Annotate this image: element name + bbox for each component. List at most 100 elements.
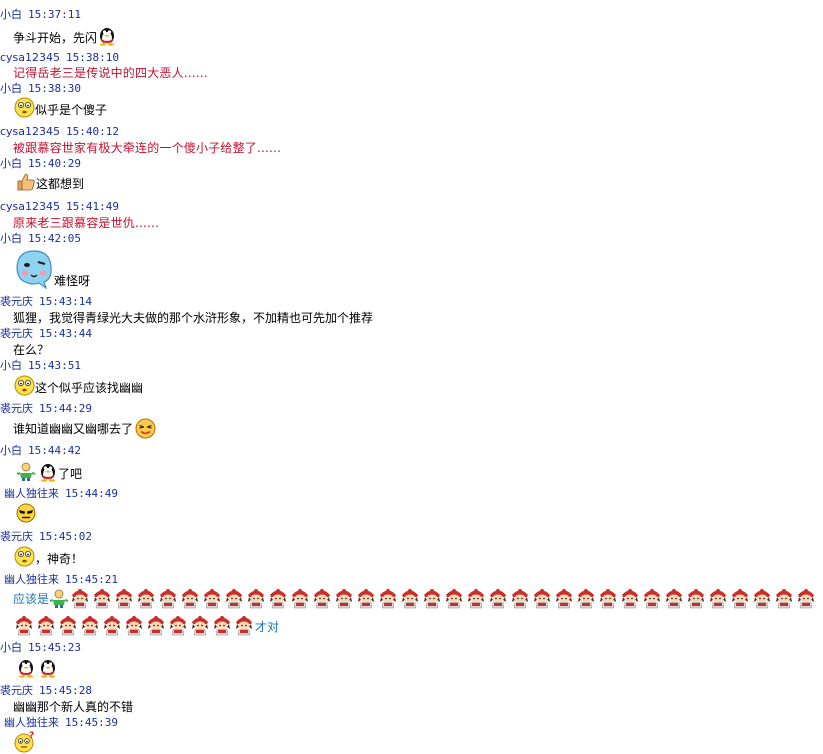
message-header: 小白 15:45:23 [0,641,81,655]
sender-name[interactable]: 裘元庆 [0,327,33,340]
message-text-after: 才对 [255,620,280,634]
message-header: 幽人独往来 15:44:49 [4,487,118,501]
doll-icon [289,587,311,609]
message-header: cysa12345 15:41:49 [0,200,119,214]
message-body: 被跟慕容世家有极大牵连的一个傻小子给整了...... [13,140,281,156]
blue-blob-face-icon [14,249,54,289]
doll-icon [509,587,531,609]
timestamp: 15:37:11 [28,8,81,21]
thumbs-up-icon [16,172,36,192]
message-body: 这都想到 [16,172,84,192]
timestamp: 15:43:44 [39,327,92,340]
message-text-before: 应该是 [13,592,50,606]
sender-name[interactable]: 小白 [0,8,22,21]
message-text: 原来老三跟慕容是世仇...... [13,216,160,230]
timestamp: 15:38:30 [28,82,81,95]
message-header: 裘元庆 15:45:28 [0,684,92,698]
doll-icon [795,587,817,609]
message-body: 在么？ [13,342,49,358]
message-header: 裘元庆 15:43:44 [0,327,92,341]
doll-icon [267,587,289,609]
message-header: 小白 15:44:42 [0,444,81,458]
message-body: 应该是 [13,587,817,609]
doll-icon [421,587,443,609]
chat-log: 小白 15:37:11 争斗开始，先闪 cysa12345 15:38:10 记得岳… [0,0,823,754]
sender-name[interactable]: 裘元庆 [0,295,33,308]
sender-name[interactable]: 小白 [0,444,22,457]
doll-icon [123,614,145,636]
sender-name[interactable]: 小白 [0,82,22,95]
sender-name[interactable]: 小白 [0,359,22,372]
doll-icon [707,587,729,609]
doll-icon [333,587,355,609]
message-text: 幽幽那个新人真的不错 [13,700,134,714]
doll-icon [443,587,465,609]
sender-name[interactable]: 幽人独往来 [4,573,59,586]
message-text: 记得岳老三是传说中的四大恶人...... [13,66,208,80]
sender-name[interactable]: 小白 [0,232,22,245]
message-body: 了吧 [16,460,82,482]
doll-icon [145,614,167,636]
timestamp: 15:41:49 [66,200,120,213]
timestamp: 15:44:49 [65,487,118,500]
wink-face-icon [135,418,156,439]
message-text: 被跟慕容世家有极大牵连的一个傻小子给整了...... [13,141,282,155]
doll-icon [135,587,157,609]
message-body [16,503,36,523]
message-header: 小白 15:43:51 [0,359,81,373]
doll-icon [773,587,795,609]
message-text: 这个似乎应该找幽幽 [35,381,144,395]
timestamp: 15:44:42 [28,444,81,457]
doll-icon [91,587,113,609]
cool-face-icon [16,503,36,523]
dazed-face-icon [14,546,35,567]
message-header: 裘元庆 15:45:02 [0,530,92,544]
doll-icon [35,614,57,636]
timestamp: 15:43:51 [28,359,81,372]
dazed-face-icon [14,97,35,118]
doll-icon [531,587,553,609]
dazed-face-icon [14,375,35,396]
sender-name[interactable]: 小白 [0,641,22,654]
message-header: 幽人独往来 15:45:39 [4,716,118,730]
sender-name[interactable]: cysa12345 [0,200,60,213]
timestamp: 15:45:28 [39,684,92,697]
sender-name[interactable]: cysa12345 [0,51,60,64]
message-body: 难怪呀 [14,249,90,289]
sender-name[interactable]: 幽人独往来 [4,487,59,500]
doll-icon [167,614,189,636]
doll-icon [487,587,509,609]
sender-name[interactable]: cysa12345 [0,125,60,138]
doll-icon [189,614,211,636]
doll-icon [233,614,255,636]
doll-icon [597,587,619,609]
doll-icon [355,587,377,609]
message-body: 狐狸，我觉得青绿光大夫做的那个水浒形象，不加精也可先加个推荐 [13,310,373,326]
sender-name[interactable]: 裘元庆 [0,402,33,415]
message-header: 小白 15:37:11 [0,8,81,22]
doll-icon [663,587,685,609]
sender-name[interactable]: 裘元庆 [0,684,33,697]
sender-name[interactable]: 小白 [0,157,22,170]
message-body: 似乎是个傻子 [14,97,107,118]
message-header: 裘元庆 15:43:14 [0,295,92,309]
doll-icon [157,587,179,609]
message-header: 小白 15:38:30 [0,82,81,96]
doll-icon [465,587,487,609]
message-text: 狐狸，我觉得青绿光大夫做的那个水浒形象，不加精也可先加个推荐 [13,311,374,325]
sender-name[interactable]: 幽人独往来 [4,716,59,729]
doll-icon [201,587,223,609]
doll-icon [377,587,399,609]
message-header: 小白 15:42:05 [0,232,81,246]
message-text: 谁知道幽幽又幽哪去了 [13,422,134,436]
timestamp: 15:45:21 [65,573,118,586]
penguin-icon [97,24,117,46]
question-face-icon: ? [14,731,36,753]
doll-icon [619,587,641,609]
message-text: 难怪呀 [54,274,91,288]
sender-name[interactable]: 裘元庆 [0,530,33,543]
message-text: ，神奇！ [35,552,84,566]
doll-icon [553,587,575,609]
message-body-continued: 才对 [13,614,279,636]
doll-icon [113,587,135,609]
